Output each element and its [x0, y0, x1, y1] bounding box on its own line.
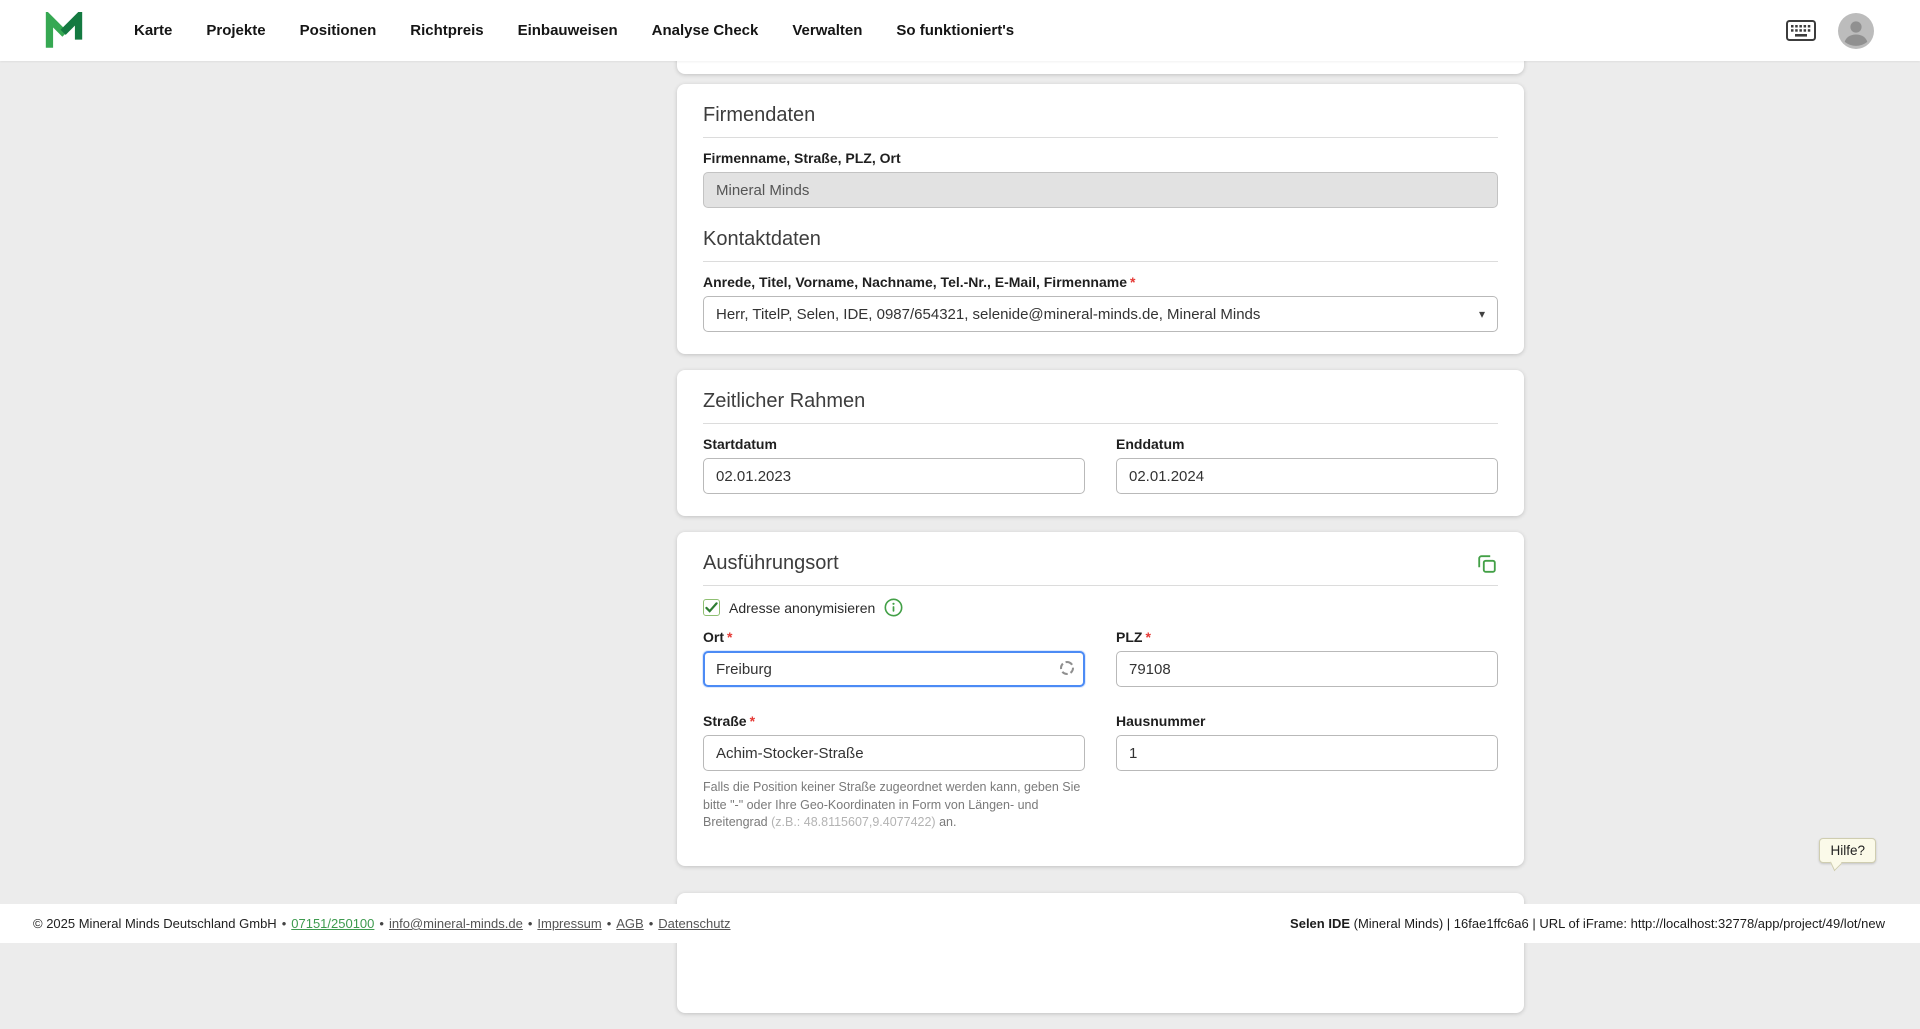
nav-item-einbauweisen[interactable]: Einbauweisen [518, 22, 618, 39]
help-button[interactable]: Hilfe? [1819, 838, 1876, 863]
footer-left: © 2025 Mineral Minds Deutschland GmbH • … [33, 916, 731, 931]
required-marker: * [750, 713, 755, 729]
anonymize-label[interactable]: Adresse anonymisieren [729, 600, 875, 616]
checkmark-icon [705, 602, 718, 613]
section-divider [703, 137, 1498, 138]
enddatum-field: Enddatum [1116, 424, 1498, 494]
plz-label-text: PLZ [1116, 629, 1142, 645]
plz-label: PLZ* [1116, 629, 1498, 645]
nav-item-positionen[interactable]: Positionen [300, 22, 377, 39]
keyboard-icon [1786, 20, 1816, 41]
hint-example: (z.B.: 48.8115607,9.4077422) [771, 815, 935, 829]
separator: • [607, 916, 612, 931]
strasse-field: Straße* Falls die Position keiner Straße… [703, 701, 1085, 844]
copy-icon [1476, 553, 1498, 575]
kontakt-select-value: Herr, TitelP, Selen, IDE, 0987/654321, s… [716, 306, 1260, 323]
enddatum-label: Enddatum [1116, 436, 1498, 452]
form-content: Firmendaten Firmenname, Straße, PLZ, Ort… [677, 61, 1524, 1029]
ort-label-text: Ort [703, 629, 724, 645]
copyright-text: © 2025 Mineral Minds Deutschland GmbH [33, 916, 277, 931]
anonymize-checkbox[interactable] [703, 599, 720, 616]
strasse-hint: Falls die Position keiner Straße zugeord… [703, 779, 1085, 832]
loading-spinner-icon [1060, 661, 1074, 675]
hint-suffix: an. [936, 815, 957, 829]
ort-field: Ort* [703, 617, 1085, 687]
keyboard-button[interactable] [1786, 20, 1816, 41]
separator: • [528, 916, 533, 931]
ort-input[interactable] [703, 651, 1085, 687]
firmendaten-title: Firmendaten [703, 104, 1498, 127]
nav-item-richtpreis[interactable]: Richtpreis [410, 22, 483, 39]
startdatum-label-text: Startdatum [703, 436, 777, 452]
zeitraum-title: Zeitlicher Rahmen [703, 390, 1498, 413]
ausfuehrungsort-title: Ausführungsort [703, 552, 839, 575]
chevron-down-icon: ▾ [1479, 307, 1485, 321]
hausnummer-label: Hausnummer [1116, 713, 1498, 729]
agb-link[interactable]: AGB [616, 916, 643, 931]
plz-field: PLZ* [1116, 617, 1498, 687]
navbar-right [1786, 13, 1874, 49]
ide-name: Selen IDE [1290, 916, 1350, 931]
anonymize-row: Adresse anonymisieren [703, 598, 1498, 617]
nav-item-projekte[interactable]: Projekte [206, 22, 265, 39]
section-divider [703, 585, 1498, 586]
footer-right: Selen IDE (Mineral Minds) | 16fae1ffc6a6… [1290, 916, 1885, 931]
datenschutz-link[interactable]: Datenschutz [658, 916, 730, 931]
user-avatar-button[interactable] [1838, 13, 1874, 49]
required-marker: * [727, 629, 732, 645]
impressum-link[interactable]: Impressum [537, 916, 601, 931]
ide-info: (Mineral Minds) | 16fae1ffc6a6 | URL of … [1350, 916, 1885, 931]
startdatum-field: Startdatum [703, 424, 1085, 494]
startdatum-input[interactable] [703, 458, 1085, 494]
nav-item-karte[interactable]: Karte [134, 22, 172, 39]
info-icon [884, 598, 903, 617]
zeitraum-card: Zeitlicher Rahmen Startdatum Enddatum [677, 370, 1524, 516]
firmenname-label-text: Firmenname, Straße, PLZ, Ort [703, 150, 901, 166]
nav-item-verwalten[interactable]: Verwalten [792, 22, 862, 39]
enddatum-label-text: Enddatum [1116, 436, 1184, 452]
strasse-label-text: Straße [703, 713, 747, 729]
kontaktdaten-title: Kontaktdaten [703, 228, 1498, 251]
firmendaten-card: Firmendaten Firmenname, Straße, PLZ, Ort… [677, 84, 1524, 354]
mineral-minds-logo[interactable] [44, 12, 84, 49]
hausnummer-field: Hausnummer [1116, 701, 1498, 844]
required-marker: * [1145, 629, 1150, 645]
main-nav: Karte Projekte Positionen Richtpreis Ein… [134, 22, 1014, 39]
separator: • [649, 916, 654, 931]
footer: © 2025 Mineral Minds Deutschland GmbH • … [0, 904, 1920, 943]
hausnummer-input[interactable] [1116, 735, 1498, 771]
ausfuehrungsort-card: Ausführungsort Adresse anonymisieren [677, 532, 1524, 866]
enddatum-input[interactable] [1116, 458, 1498, 494]
strasse-label: Straße* [703, 713, 1085, 729]
firmenname-label: Firmenname, Straße, PLZ, Ort [703, 150, 1498, 166]
nav-item-so-funktionierts[interactable]: So funktioniert's [896, 22, 1014, 39]
nav-item-analyse-check[interactable]: Analyse Check [652, 22, 759, 39]
kontakt-select[interactable]: Herr, TitelP, Selen, IDE, 0987/654321, s… [703, 296, 1498, 332]
startdatum-label: Startdatum [703, 436, 1085, 452]
strasse-input[interactable] [703, 735, 1085, 771]
separator: • [282, 916, 287, 931]
firmenname-input [703, 172, 1498, 208]
separator: • [379, 916, 384, 931]
ort-label: Ort* [703, 629, 1085, 645]
kontakt-label: Anrede, Titel, Vorname, Nachname, Tel.-N… [703, 274, 1498, 290]
hausnummer-label-text: Hausnummer [1116, 713, 1205, 729]
phone-link[interactable]: 07151/250100 [291, 916, 374, 931]
email-link[interactable]: info@mineral-minds.de [389, 916, 523, 931]
plz-input[interactable] [1116, 651, 1498, 687]
required-marker: * [1130, 274, 1135, 290]
section-divider [703, 261, 1498, 262]
top-navbar: Karte Projekte Positionen Richtpreis Ein… [0, 0, 1920, 61]
logo-m-icon [44, 12, 84, 49]
info-button[interactable] [884, 598, 903, 617]
user-avatar-icon [1838, 13, 1874, 49]
kontakt-label-text: Anrede, Titel, Vorname, Nachname, Tel.-N… [703, 274, 1127, 290]
copy-address-button[interactable] [1476, 553, 1498, 575]
